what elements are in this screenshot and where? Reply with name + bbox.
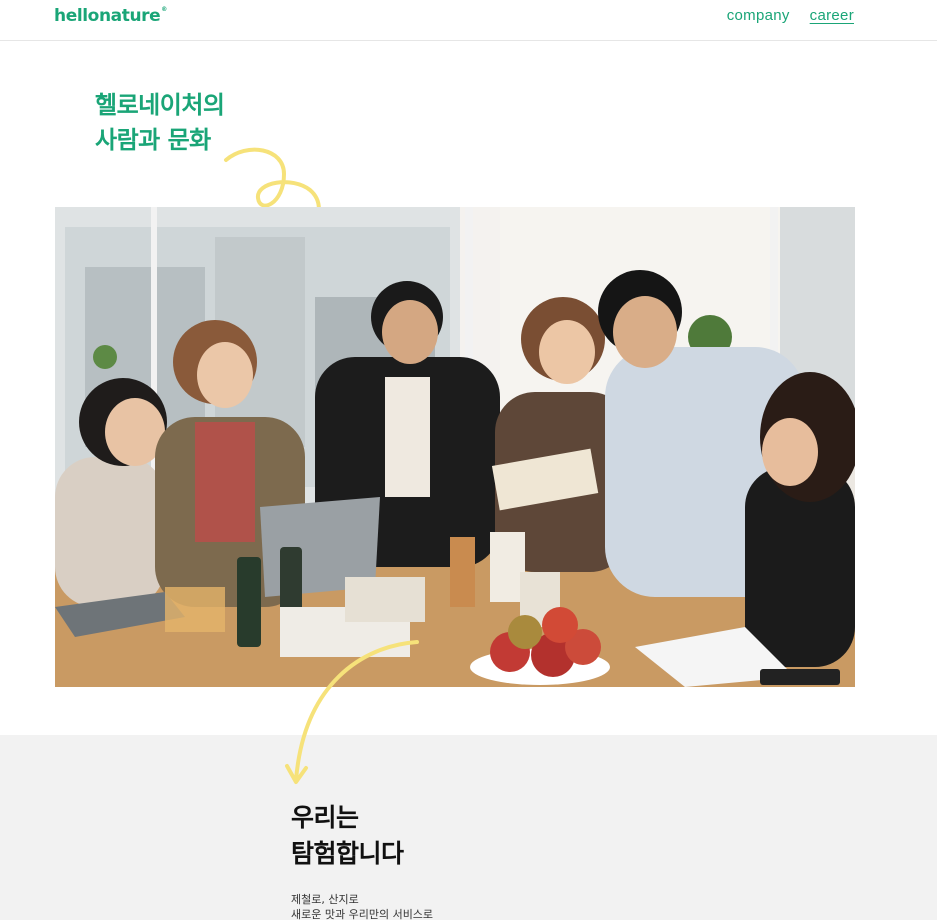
section-title: 우리는 탐험합니다 xyxy=(291,800,404,872)
hero-title-line-2: 사람과 문화 xyxy=(95,126,211,154)
main-nav: company career xyxy=(727,7,854,24)
top-header: hellonature® company career xyxy=(0,0,937,41)
arrow-doodle xyxy=(285,640,419,784)
nav-company-link[interactable]: company xyxy=(727,7,790,24)
logo-text: hellonature xyxy=(54,6,161,26)
team-photo xyxy=(55,207,855,687)
hellonature-logo[interactable]: hellonature® xyxy=(54,6,167,26)
section-title-line-1: 우리는 xyxy=(291,803,359,832)
logo-trademark: ® xyxy=(161,6,167,13)
section-body-line-1: 제철로, 산지로 xyxy=(291,893,359,906)
explore-section xyxy=(0,735,937,920)
section-title-line-2: 탐험합니다 xyxy=(291,839,404,868)
section-body: 제철로, 산지로 새로운 맛과 우리만의 서비스로 xyxy=(291,892,433,920)
section-body-line-2: 새로운 맛과 우리만의 서비스로 xyxy=(291,908,434,920)
hero-title-line-1: 헬로네이처의 xyxy=(95,91,225,119)
nav-career-link[interactable]: career xyxy=(810,7,854,24)
hero-title: 헬로네이처의 사람과 문화 xyxy=(95,88,225,158)
